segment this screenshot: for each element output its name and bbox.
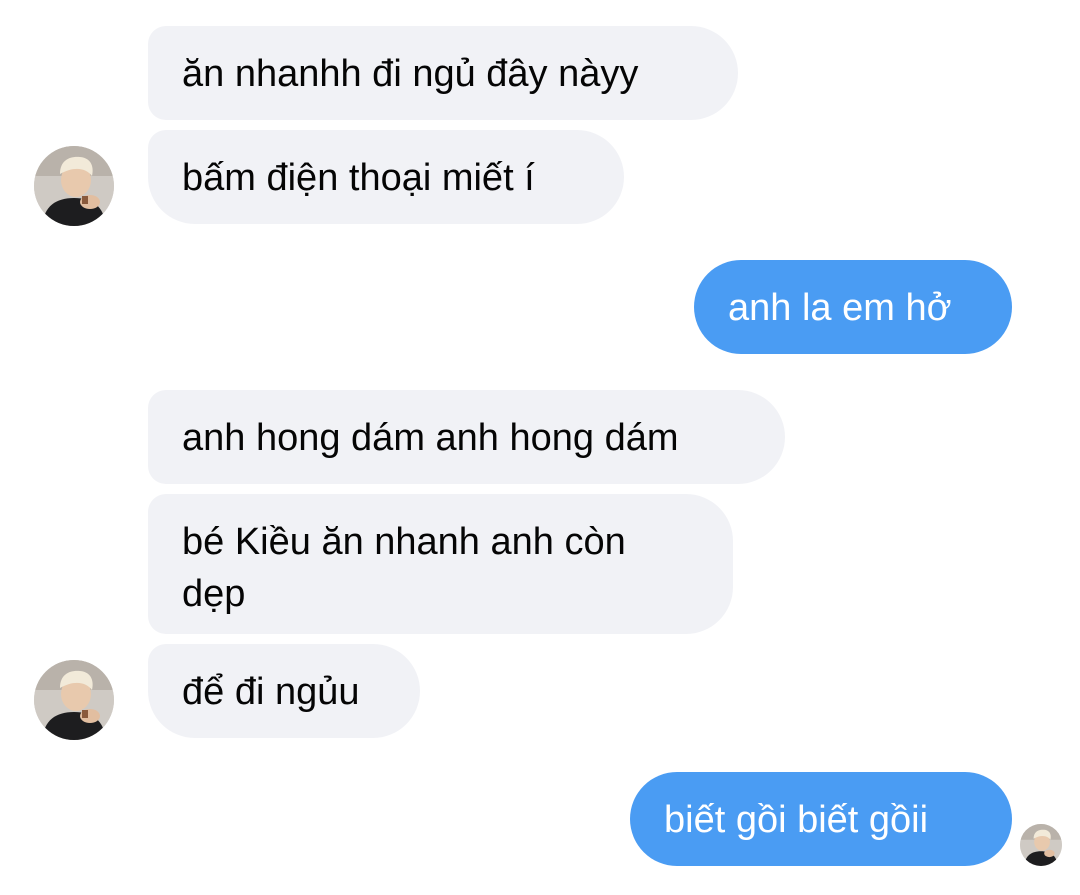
message-bubble-incoming[interactable]: bé Kiều ăn nhanh anh còn dẹp [148,494,733,634]
contact-avatar-image [34,146,114,226]
message-bubble-incoming[interactable]: anh hong dám anh hong dám [148,390,785,484]
contact-avatar[interactable] [34,660,114,740]
message-text: biết gồi biết gồii [664,799,929,841]
message-bubble-outgoing[interactable]: biết gồi biết gồii [630,772,1012,866]
contact-avatar[interactable] [34,146,114,226]
message-bubble-incoming[interactable]: để đi ngủu [148,644,420,738]
contact-avatar-image [34,660,114,740]
message-text: ăn nhanhh đi ngủ đây nàyy [182,53,639,95]
message-text: anh la em hở [728,287,952,329]
message-text: anh hong dám anh hong dám [182,417,679,459]
message-bubble-outgoing[interactable]: anh la em hở [694,260,1012,354]
message-bubble-incoming[interactable]: ăn nhanhh đi ngủ đây nàyy [148,26,738,120]
message-bubble-incoming[interactable]: bấm điện thoại miết í [148,130,624,224]
message-text: bé Kiều ăn nhanh anh còn dẹp [182,521,626,615]
read-receipt-avatar [1020,824,1062,866]
read-receipt-icon [1020,824,1062,866]
message-text: để đi ngủu [182,671,360,713]
message-text: bấm điện thoại miết í [182,157,535,199]
